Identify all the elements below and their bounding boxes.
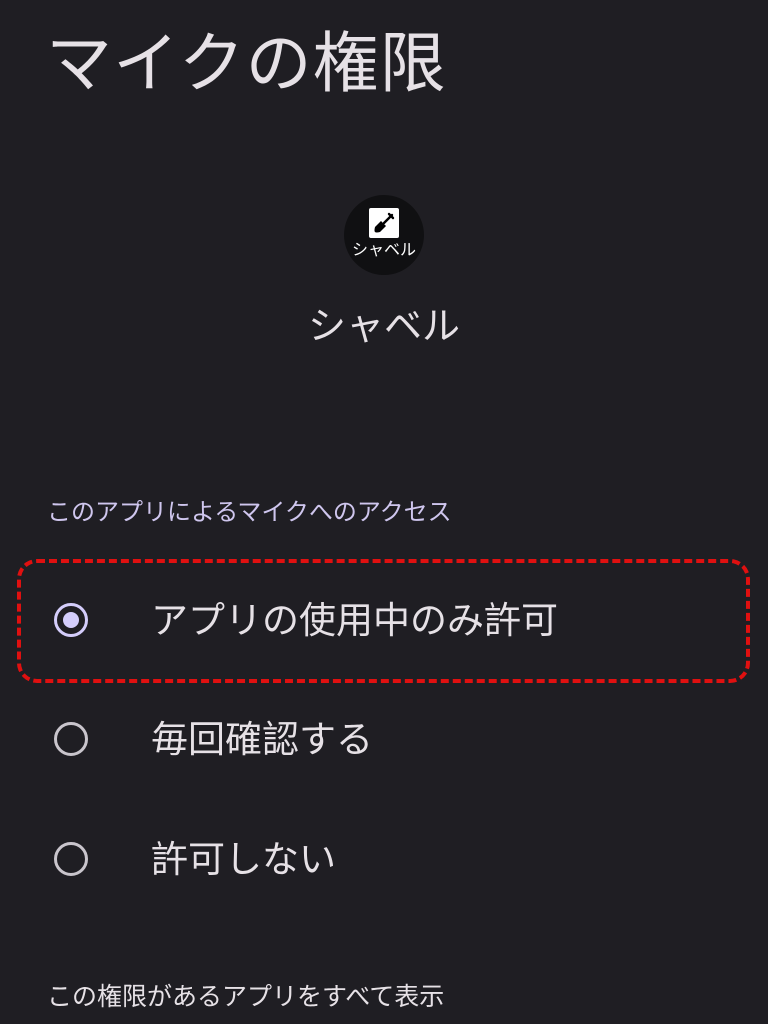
radio-button[interactable] bbox=[54, 722, 88, 756]
app-name: シャベル bbox=[307, 304, 460, 348]
app-icon-badge bbox=[369, 208, 399, 238]
page-title: マイクの権限 bbox=[46, 25, 447, 102]
app-icon: シャベル bbox=[344, 195, 424, 275]
radio-button-selected[interactable] bbox=[54, 603, 88, 637]
option-label: 許可しない bbox=[151, 838, 336, 881]
option-label: アプリの使用中のみ許可 bbox=[151, 599, 558, 642]
radio-button[interactable] bbox=[54, 842, 88, 876]
option-label: 毎回確認する bbox=[151, 718, 373, 761]
see-all-apps-link[interactable]: この権限があるアプリをすべて表示 bbox=[47, 980, 444, 1014]
option-allow-while-in-use[interactable]: アプリの使用中のみ許可 bbox=[0, 568, 768, 678]
section-header: このアプリによるマイクへのアクセス bbox=[47, 498, 452, 526]
option-deny[interactable]: 許可しない bbox=[0, 807, 768, 917]
app-icon-label: シャベル bbox=[351, 240, 416, 259]
option-ask-every-time[interactable]: 毎回確認する bbox=[0, 687, 768, 797]
shovel-icon bbox=[374, 212, 395, 233]
